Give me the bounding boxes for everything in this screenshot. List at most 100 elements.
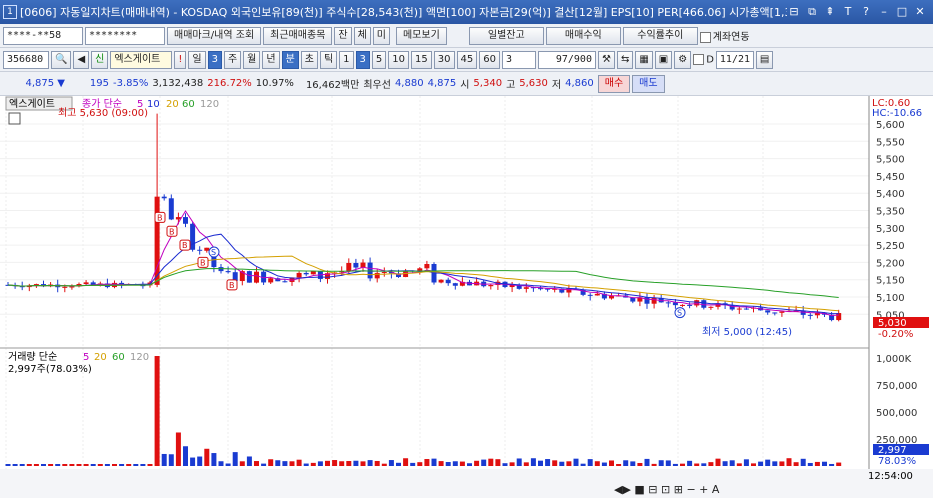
- volume-bar: [587, 459, 593, 466]
- balance-button[interactable]: 잔: [334, 26, 352, 45]
- maximize-icon[interactable]: □: [895, 5, 909, 19]
- close-icon[interactable]: ✕: [913, 5, 927, 19]
- price-tick-label: 5,200: [876, 258, 905, 269]
- trade-marks-button[interactable]: 매매마크/내역 조회: [167, 26, 262, 45]
- interval-30-button[interactable]: 30: [433, 50, 455, 69]
- panel-option-icon[interactable]: [8, 112, 21, 125]
- interval-15-button[interactable]: 15: [411, 50, 432, 69]
- candle-body: [83, 282, 89, 284]
- panel-title: 엑스게이트: [9, 98, 55, 110]
- period-tick-button[interactable]: 틱: [319, 50, 338, 69]
- data-count-input[interactable]: 97/900: [537, 50, 596, 69]
- candle-body: [523, 287, 529, 289]
- symbol-code-input[interactable]: 356680: [3, 50, 49, 69]
- layout-icon[interactable]: ⊟: [787, 5, 801, 19]
- chart-nav-controls[interactable]: ◀▶ ■ ⊟ ⊡ ⊞ − + A: [614, 483, 720, 496]
- period-year-button[interactable]: 년: [262, 50, 280, 69]
- vol-ma-60-label: 60: [112, 352, 125, 363]
- volume-bar: [786, 458, 792, 466]
- date-input[interactable]: 11/21: [715, 50, 754, 69]
- interval-60-button[interactable]: 60: [479, 50, 500, 69]
- volume-bar: [743, 459, 749, 466]
- minimize-icon[interactable]: –: [877, 5, 891, 19]
- volume-bar: [5, 464, 11, 466]
- help-icon[interactable]: ?: [859, 5, 873, 19]
- candle-body: [296, 272, 302, 278]
- save-icon[interactable]: ▣: [654, 50, 673, 69]
- return-trend-button[interactable]: 수익률추이: [622, 26, 698, 45]
- buy-button[interactable]: 매수: [597, 74, 631, 93]
- stock-chart[interactable]: BBBBBSS 5,6005,5505,5005,4505,4005,3505,…: [0, 96, 933, 498]
- font-icon[interactable]: T: [841, 5, 855, 19]
- pin-icon[interactable]: ⇞: [823, 5, 837, 19]
- volume-bar: [616, 463, 622, 466]
- daily-balance-button[interactable]: 일별잔고: [468, 26, 544, 45]
- period-multiplier-select[interactable]: 3: [207, 50, 222, 69]
- buy-marker: B: [200, 258, 206, 267]
- volume-bar: [680, 463, 685, 466]
- volume-bar: [509, 462, 515, 466]
- recent-trades-button[interactable]: 최근매매종목: [263, 26, 333, 45]
- interval-45-button[interactable]: 45: [456, 50, 478, 69]
- volume-bar: [779, 461, 785, 466]
- volume-bar: [765, 459, 771, 466]
- volume-bar: [417, 462, 423, 466]
- change-value: 195: [89, 78, 109, 89]
- candle-body: [353, 262, 359, 268]
- password-input[interactable]: ********: [85, 26, 165, 45]
- interval-select[interactable]: 3: [501, 50, 536, 69]
- period-month-button[interactable]: 월: [243, 50, 261, 69]
- tool-icon[interactable]: ⚒: [597, 50, 615, 69]
- volume-bar: [268, 459, 274, 466]
- candle-body: [594, 293, 600, 296]
- volume-bar: [722, 461, 728, 466]
- speaker-icon[interactable]: ◀: [73, 50, 90, 69]
- grid-icon[interactable]: ▦: [635, 50, 653, 69]
- period-week-button[interactable]: 주: [223, 50, 242, 69]
- candle-body: [665, 302, 671, 304]
- price-tick-label: 5,550: [876, 137, 905, 148]
- volume-bar: [488, 458, 494, 466]
- alert-button[interactable]: !: [174, 50, 187, 69]
- volume-bar: [33, 464, 39, 466]
- high-label: 고: [506, 80, 516, 91]
- candle-body: [807, 314, 813, 316]
- interval-10-button[interactable]: 10: [388, 50, 410, 69]
- interval-1-button[interactable]: 1: [339, 50, 354, 69]
- volume-bar: [62, 464, 68, 466]
- volume-bar: [552, 460, 558, 466]
- copy-icon[interactable]: ⧉: [805, 5, 819, 19]
- memo-button[interactable]: 메모보기: [395, 26, 447, 45]
- sell-button[interactable]: 매도: [632, 74, 665, 93]
- volume-bar: [701, 463, 707, 466]
- candle-body: [424, 263, 430, 269]
- chart-area[interactable]: BBBBBSS 5,600 5,550 5,500 5,450 5,400 5,350 5,…: [0, 96, 933, 498]
- date-checkbox[interactable]: D: [693, 53, 714, 65]
- calendar-icon[interactable]: ▤: [755, 50, 774, 69]
- volume-bar: [197, 456, 203, 466]
- volume-bar: [530, 458, 536, 466]
- volume-bar: [630, 461, 636, 466]
- period-minute-button[interactable]: 분: [281, 50, 299, 69]
- period-second-button[interactable]: 초: [300, 50, 318, 69]
- unexecuted-button[interactable]: 미: [372, 26, 390, 45]
- volume-bar: [97, 464, 103, 466]
- period-day-button[interactable]: 일: [188, 50, 206, 69]
- candle-body: [672, 302, 678, 306]
- best-quote-label: 최우선: [363, 80, 391, 91]
- account-select[interactable]: ****-**58: [3, 26, 83, 45]
- trade-profit-button[interactable]: 매매수익: [545, 26, 621, 45]
- account-link-checkbox[interactable]: 계좌연동: [699, 28, 750, 43]
- compare-icon[interactable]: ⇆: [616, 50, 634, 69]
- gear-icon[interactable]: ⚙: [674, 50, 692, 69]
- best-bid: 4,875: [427, 78, 457, 89]
- price-tick-label: 5,600: [876, 120, 905, 131]
- executed-button[interactable]: 체: [353, 26, 371, 45]
- title-icons: ⊟ ⧉ ⇞ T ? – □ ✕: [787, 5, 933, 19]
- interval-3-button[interactable]: 3: [355, 50, 370, 69]
- volume-note: 2,997주(78.03%): [8, 364, 92, 375]
- candle-body: [587, 294, 593, 296]
- volume-bar: [332, 460, 338, 466]
- search-icon[interactable]: 🔍: [51, 50, 72, 69]
- interval-5-button[interactable]: 5: [371, 50, 387, 69]
